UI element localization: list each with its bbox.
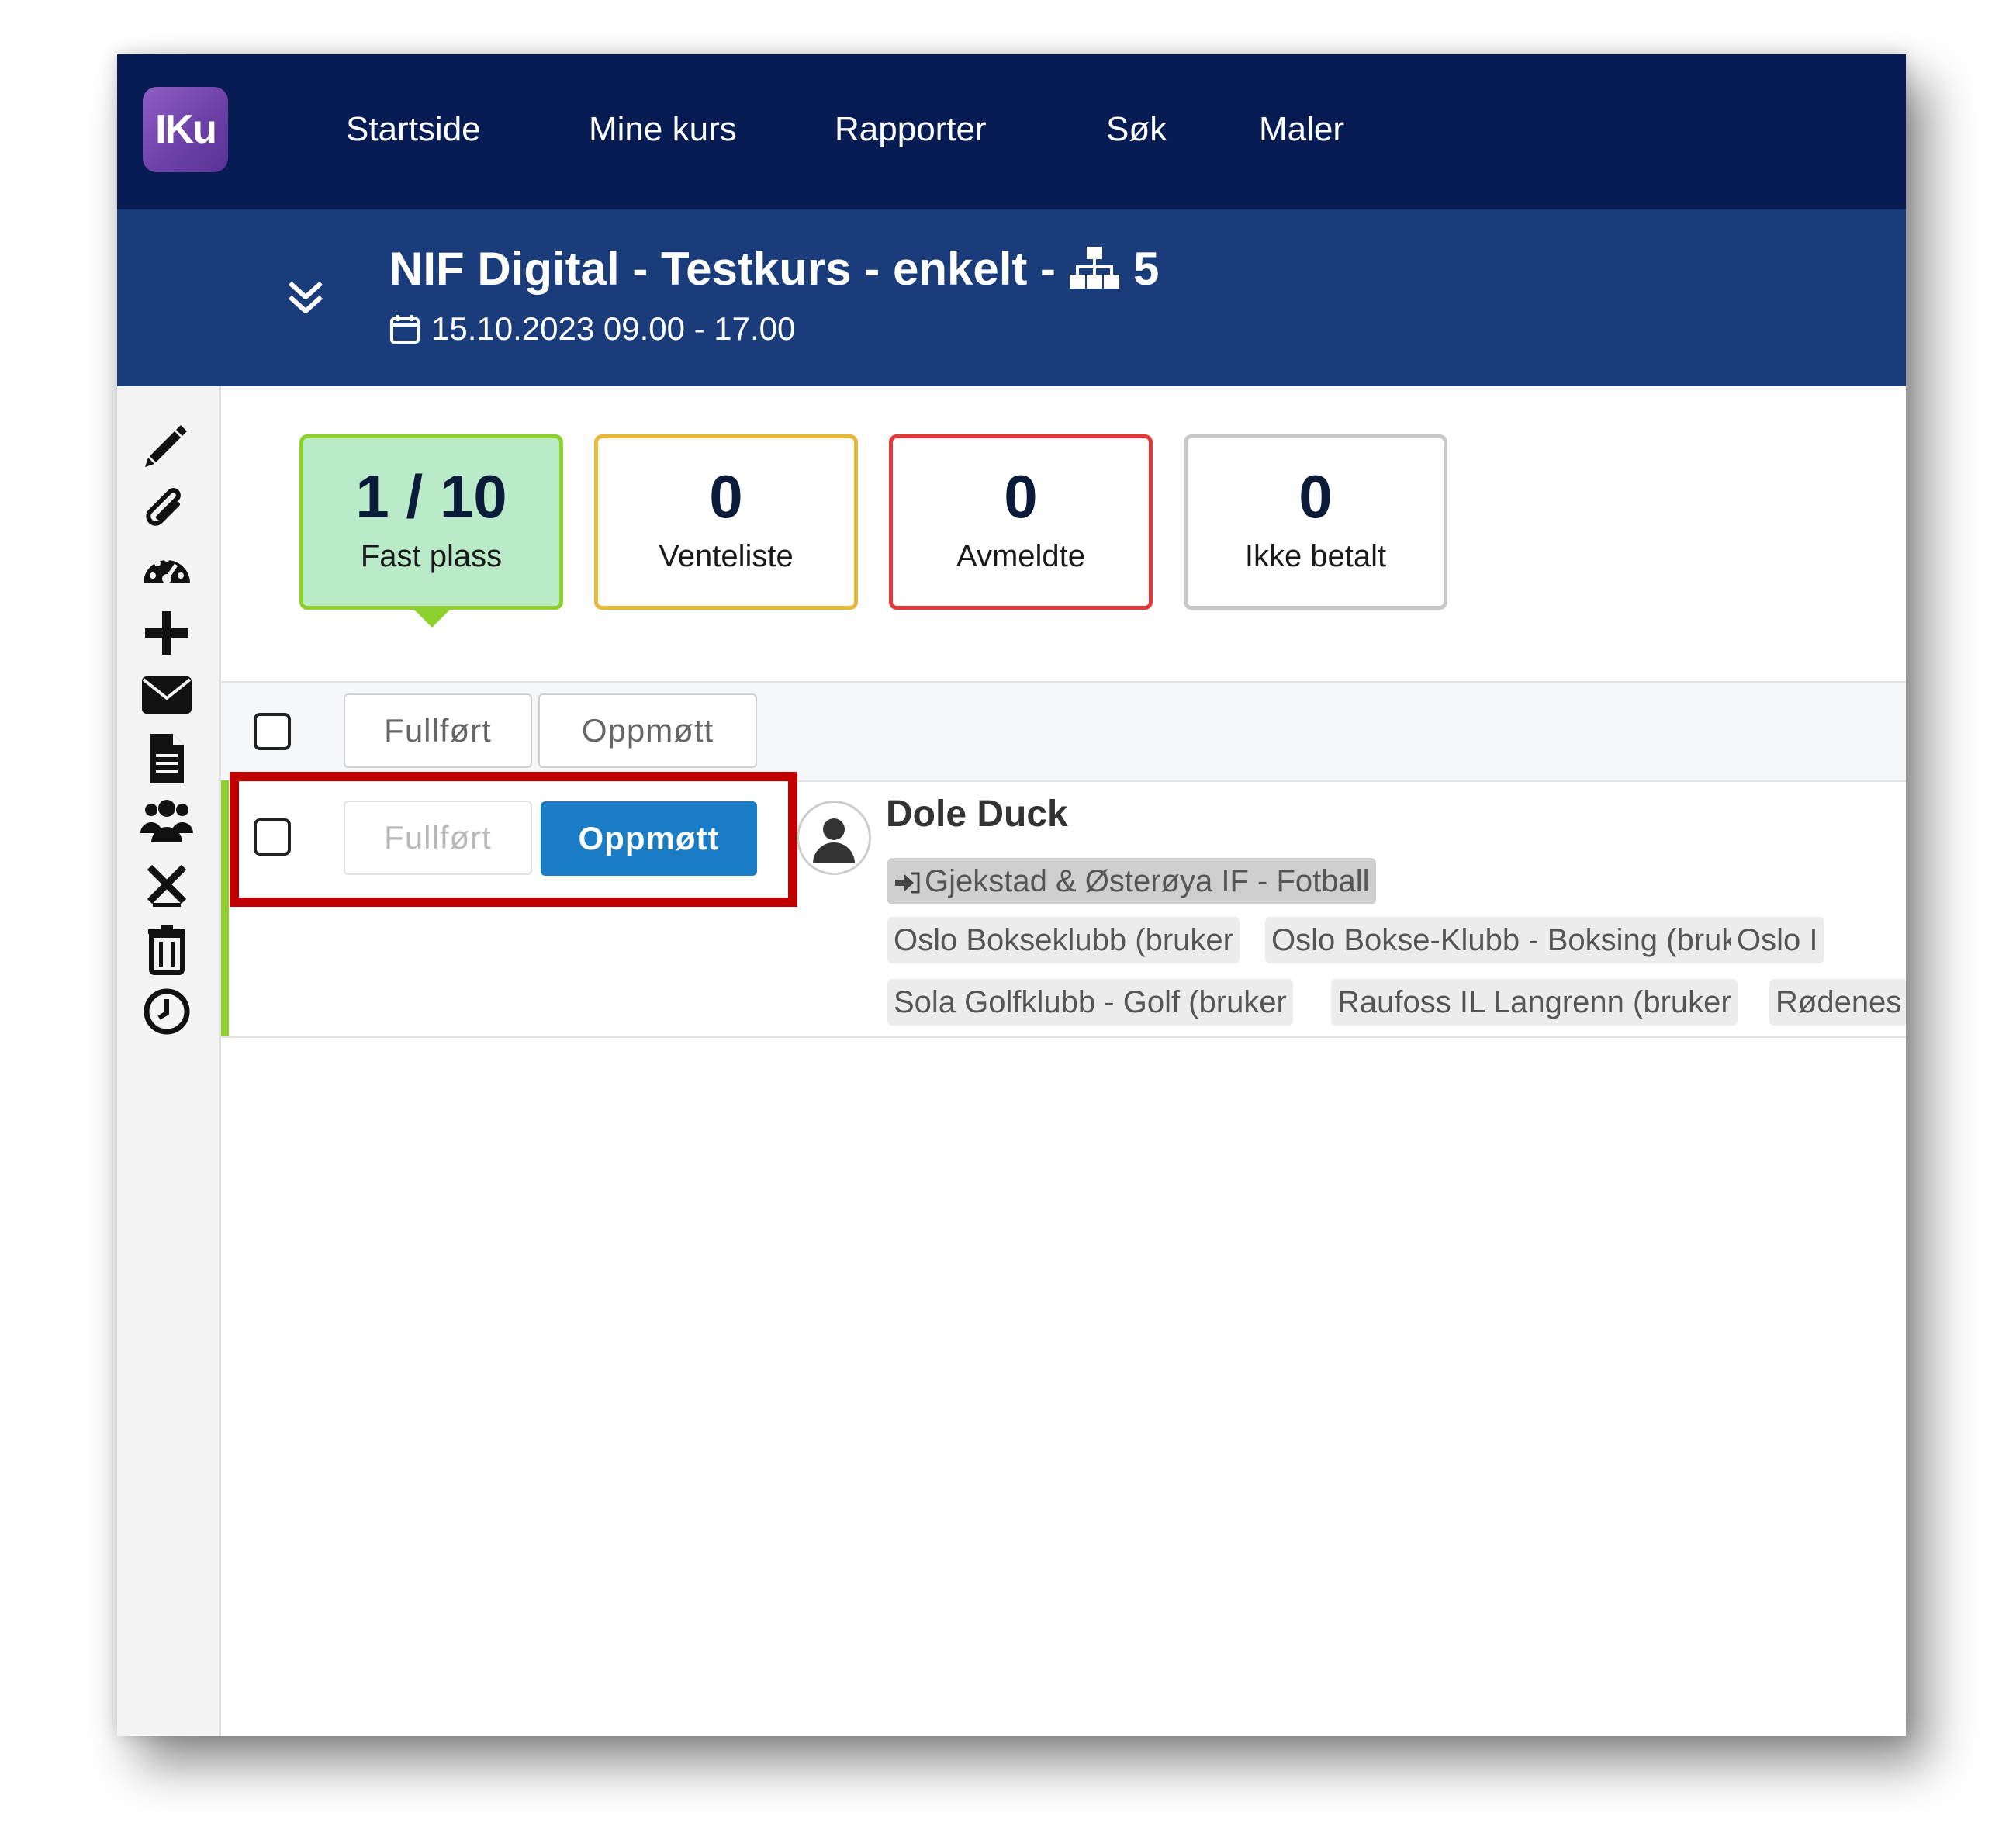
stat-value: 1 / 10 — [355, 462, 507, 531]
logo-text: IKu — [155, 107, 217, 152]
sidebar — [117, 386, 221, 1736]
users-icon[interactable] — [139, 794, 195, 850]
app-window: IKu Startside Mine kurs Rapporter Søk Ma… — [117, 54, 1906, 1736]
pencil-icon[interactable] — [139, 417, 195, 473]
nav-mine-kurs[interactable]: Mine kurs — [589, 102, 737, 157]
active-card-pointer — [413, 609, 451, 628]
avatar — [797, 801, 871, 875]
dashboard-icon[interactable] — [139, 543, 195, 599]
plus-icon[interactable] — [139, 605, 195, 661]
stat-card-venteliste[interactable]: 0 Venteliste — [594, 434, 858, 610]
primary-org-tag: Gjekstad & Østerøya IF - Fotball — [887, 858, 1376, 904]
course-title: NIF Digital - Testkurs - enkelt - 5 — [389, 242, 1159, 296]
org-tag: Oslo Bokse-Klubb - Boksing (bruker — [1265, 917, 1771, 963]
course-date-text: 15.10.2023 09.00 - 17.00 — [431, 310, 796, 347]
calendar-icon — [390, 315, 420, 344]
top-navigation: IKu Startside Mine kurs Rapporter Søk Ma… — [117, 54, 1906, 209]
stat-value: 0 — [1004, 462, 1038, 531]
stat-card-ikke-betalt[interactable]: 0 Ikke betalt — [1184, 434, 1447, 610]
nav-sok[interactable]: Søk — [1106, 102, 1167, 157]
org-count: 5 — [1133, 243, 1160, 295]
user-icon — [813, 818, 855, 863]
trash-icon[interactable] — [139, 922, 195, 977]
cancel-icon[interactable] — [139, 858, 195, 914]
document-icon[interactable] — [139, 731, 195, 787]
org-tag: Raufoss IL Langrenn (bruker — [1331, 979, 1738, 1026]
stat-label: Venteliste — [659, 539, 794, 573]
nav-maler[interactable]: Maler — [1259, 102, 1344, 157]
stat-value: 0 — [1298, 462, 1333, 531]
highlight-box — [230, 772, 797, 907]
bulk-attended-button[interactable]: Oppmøtt — [538, 693, 757, 768]
stat-card-fast-plass[interactable]: 1 / 10 Fast plass — [299, 434, 563, 610]
chevron-double-down-icon[interactable] — [284, 275, 327, 319]
sign-in-icon — [895, 872, 920, 894]
nav-rapporter[interactable]: Rapporter — [835, 102, 987, 157]
org-tag: Oslo I — [1731, 917, 1824, 963]
app-logo[interactable]: IKu — [143, 87, 228, 172]
clock-icon[interactable] — [139, 984, 195, 1039]
stat-card-avmeldte[interactable]: 0 Avmeldte — [889, 434, 1153, 610]
nav-startside[interactable]: Startside — [346, 102, 481, 157]
participant-name[interactable]: Dole Duck — [886, 793, 1068, 835]
select-all-checkbox[interactable] — [254, 713, 291, 750]
course-title-text: NIF Digital - Testkurs - enkelt - — [389, 243, 1056, 295]
sitemap-icon — [1070, 246, 1120, 289]
paperclip-icon[interactable] — [139, 481, 195, 537]
stat-label: Avmeldte — [956, 539, 1085, 573]
stat-label: Fast plass — [360, 539, 503, 573]
bulk-completed-button[interactable]: Fullført — [344, 693, 532, 768]
stat-label: Ikke betalt — [1244, 539, 1387, 573]
org-tag: Oslo Bokseklubb (bruker — [887, 917, 1240, 963]
org-tag: Sola Golfklubb - Golf (bruker — [887, 979, 1293, 1026]
course-date: 15.10.2023 09.00 - 17.00 — [389, 310, 795, 348]
primary-org-name: Gjekstad & Østerøya IF - Fotball — [925, 864, 1370, 898]
org-tag: Rødenes — [1769, 979, 1906, 1026]
stat-value: 0 — [709, 462, 743, 531]
row-status-accent — [221, 780, 229, 1036]
envelope-icon[interactable] — [139, 667, 195, 723]
course-header: NIF Digital - Testkurs - enkelt - 5 15.1… — [117, 209, 1906, 386]
